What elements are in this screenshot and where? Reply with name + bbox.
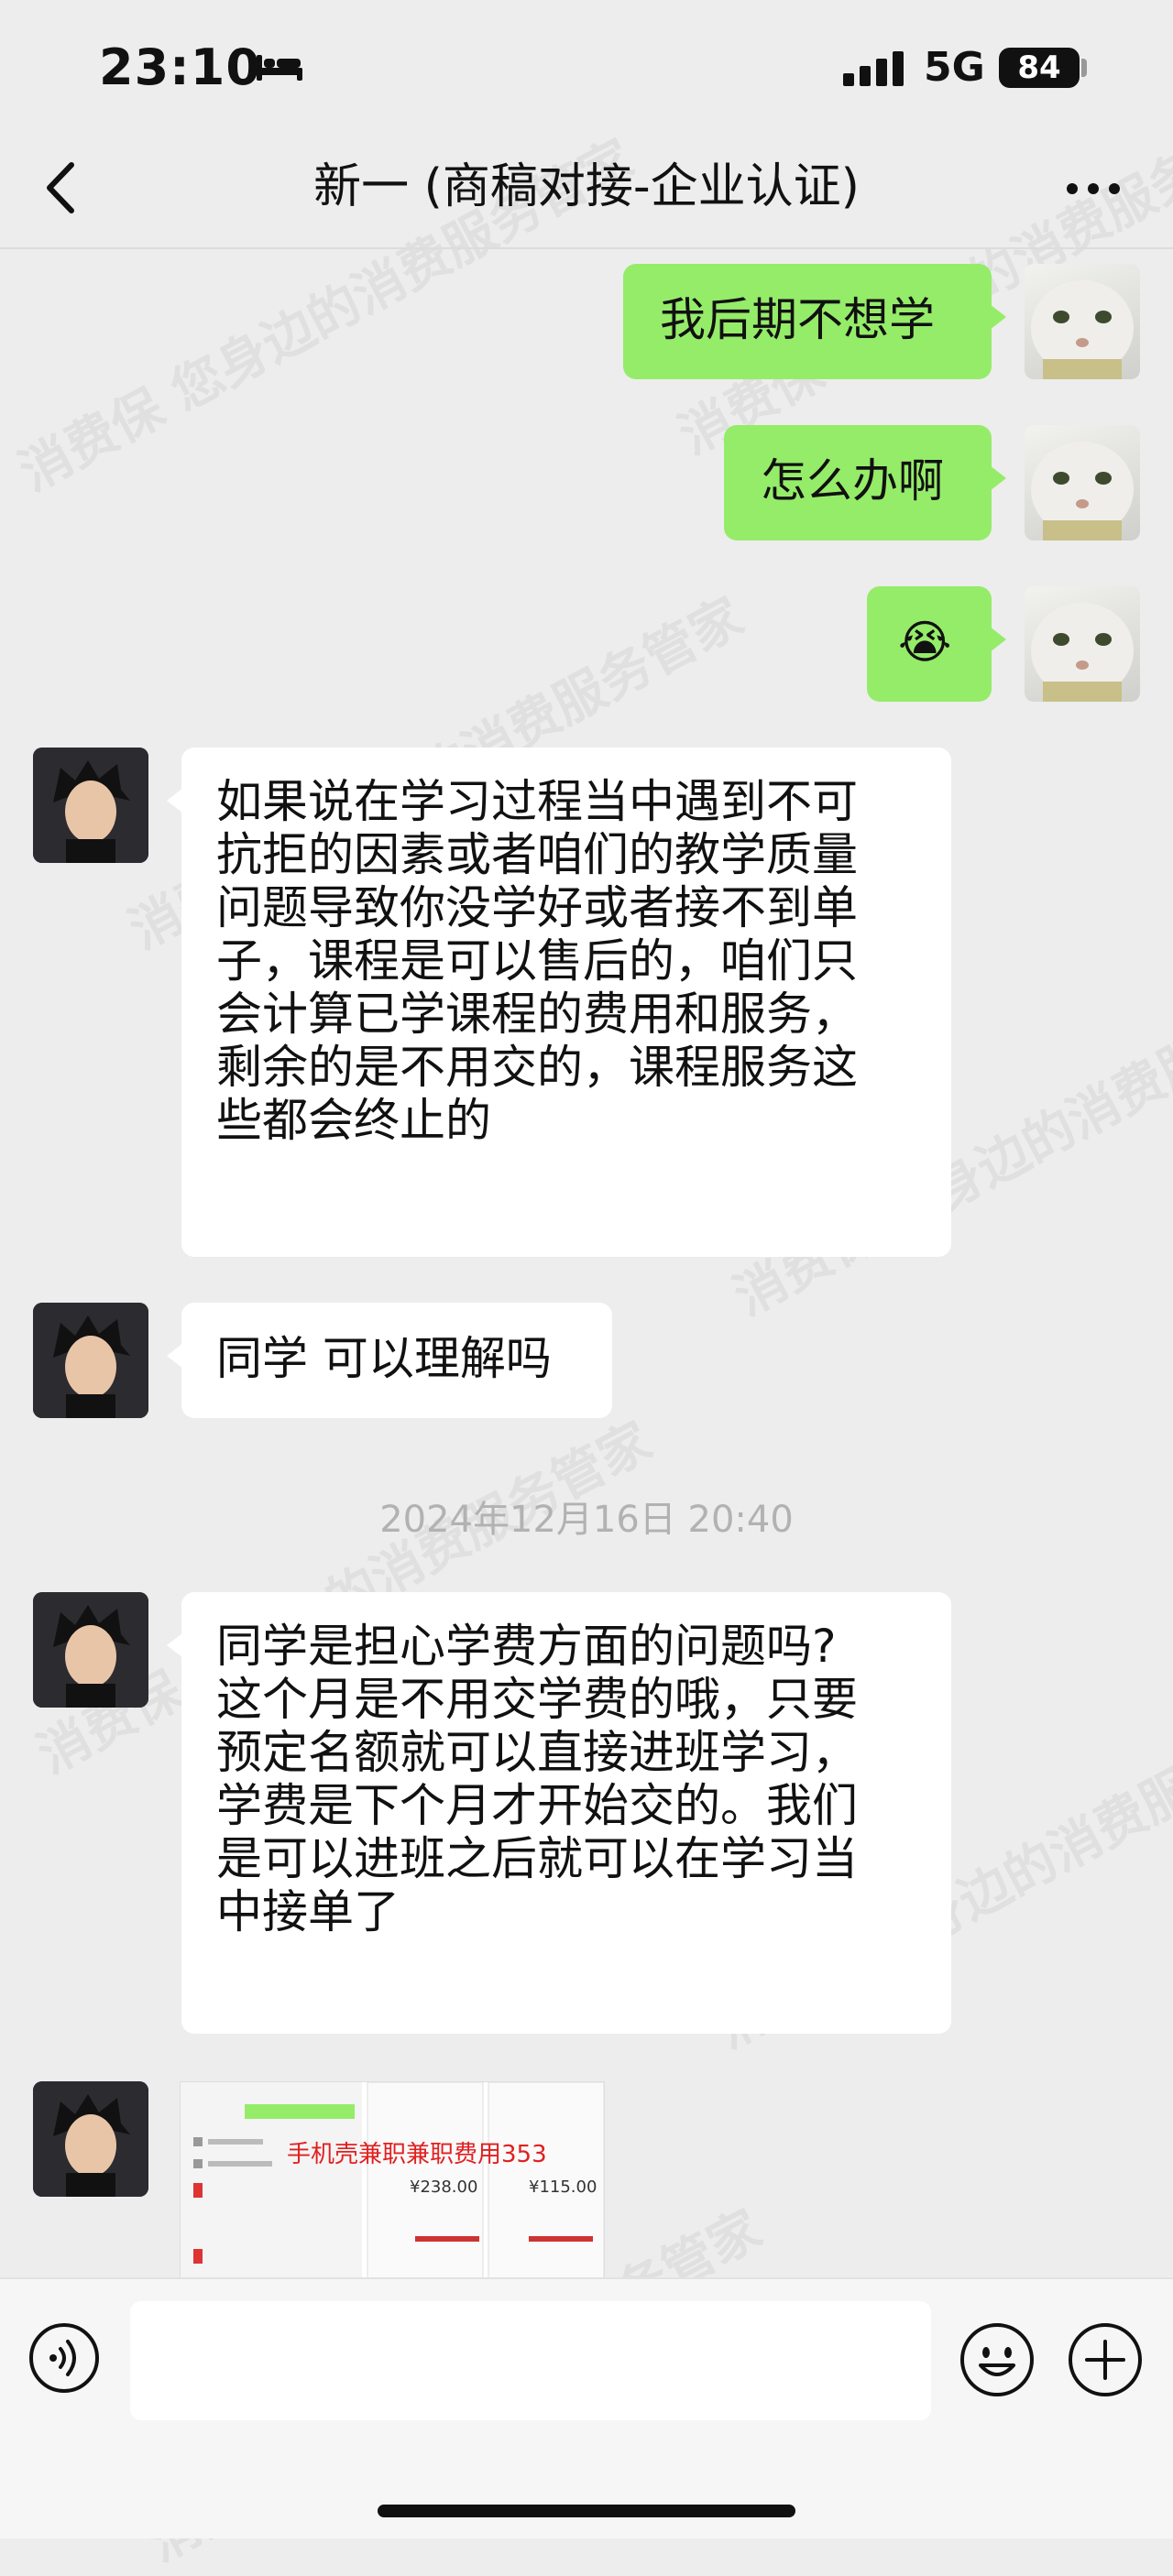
sent-message-bubble[interactable]: 我后期不想学 (623, 264, 1006, 379)
message-input[interactable] (130, 2301, 931, 2420)
received-message-bubble[interactable]: 如果说在学习过程当中遇到不可 抗拒的因素或者咱们的教学质量 问题导致你没学好或者… (167, 748, 951, 1257)
person-avatar-icon (33, 2081, 148, 2197)
cat-avatar-icon (1031, 442, 1134, 540)
avatar[interactable] (33, 2081, 148, 2197)
cat-avatar-icon (1031, 280, 1134, 379)
status-bar: 23:10 5G 84 (0, 0, 1173, 137)
sleep-focus-icon (257, 55, 302, 81)
avatar[interactable] (1025, 264, 1140, 379)
received-message-bubble[interactable]: 同学 可以理解吗 (167, 1303, 612, 1418)
chat-header: 新一 (商稿对接-企业认证) (0, 137, 1173, 249)
battery-tip (1081, 59, 1087, 77)
plus-icon[interactable] (1067, 2321, 1144, 2398)
price-value: ¥115.00 (529, 2178, 597, 2197)
status-time: 23:10 (99, 38, 261, 96)
image-message[interactable]: 手机壳兼职兼职费用353 ¥238.00 ¥115.00 (180, 2081, 605, 2279)
message-emoji: 😭 (898, 616, 952, 669)
voice-icon[interactable] (27, 2321, 101, 2395)
cat-avatar-icon (1031, 603, 1134, 702)
person-avatar-icon (33, 748, 148, 863)
avatar[interactable] (1025, 586, 1140, 702)
chat-title: 新一 (商稿对接-企业认证) (313, 159, 860, 214)
sent-message-bubble[interactable]: 怎么办啊 (724, 425, 1006, 540)
home-indicator[interactable] (378, 2505, 795, 2517)
received-message-bubble[interactable]: 同学是担心学费方面的问题吗? 这个月是不用交学费的哦，只要 预定名额就可以直接进… (167, 1592, 951, 2034)
image-caption: 手机壳兼职兼职费用353 (287, 2141, 547, 2168)
person-avatar-icon (33, 1303, 148, 1418)
signal-icon (843, 51, 904, 86)
avatar[interactable] (33, 748, 148, 863)
chat-timestamp: 2024年12月16日 20:40 (379, 1499, 794, 1541)
person-avatar-icon (33, 1592, 148, 1708)
emoji-icon[interactable] (959, 2321, 1036, 2398)
battery-indicator: 84 (999, 48, 1080, 88)
price-value: ¥238.00 (410, 2178, 478, 2197)
message-text: 我后期不想学 (660, 293, 935, 346)
message-text: 同学是担心学费方面的问题吗? 这个月是不用交学费的哦，只要 预定名额就可以直接进… (216, 1620, 858, 1938)
avatar[interactable] (33, 1303, 148, 1418)
input-bar (0, 2277, 1173, 2538)
message-text: 同学 可以理解吗 (216, 1332, 552, 1385)
message-text: 如果说在学习过程当中遇到不可 抗拒的因素或者咱们的教学质量 问题导致你没学好或者… (216, 775, 858, 1147)
message-text: 怎么办啊 (761, 454, 944, 508)
more-dots-icon[interactable] (1063, 170, 1124, 207)
network-type: 5G (924, 44, 985, 91)
sent-message-bubble[interactable]: 😭 (867, 586, 1006, 702)
avatar[interactable] (1025, 425, 1140, 540)
avatar[interactable] (33, 1592, 148, 1708)
